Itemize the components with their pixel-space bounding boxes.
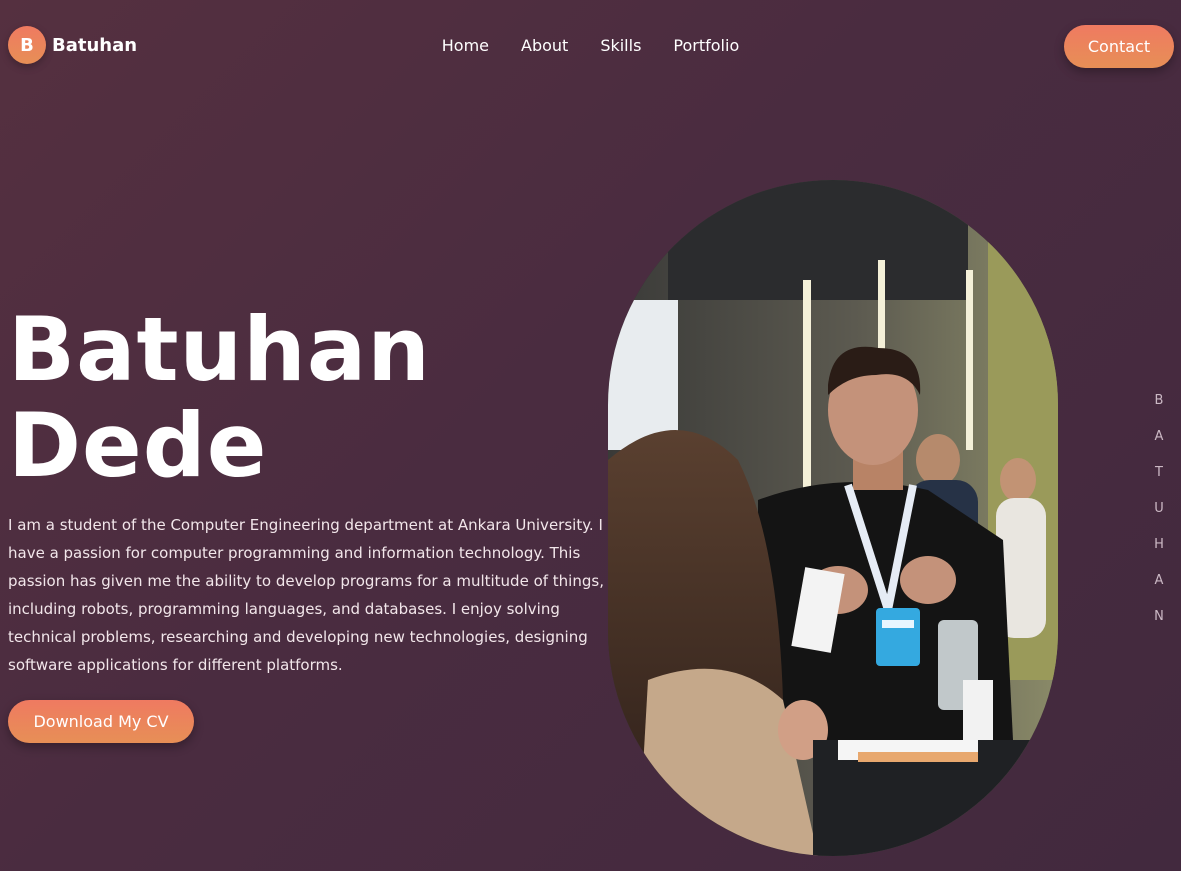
download-cv-button[interactable]: Download My CV [8,700,194,743]
vertical-name: B A T U H A N [1147,392,1171,626]
vertical-letter: A [1154,429,1164,444]
profile-photo-illustration [608,180,1058,856]
logo-text: Batuhan [52,34,138,56]
nav-link-portfolio[interactable]: Portfolio [673,36,739,55]
nav-link-home[interactable]: Home [442,36,489,55]
vertical-letter: T [1155,465,1163,480]
logo[interactable]: B Batuhan [8,26,137,64]
hero-first-name: Batuhan [8,298,431,401]
hero-last-name: Dede [8,394,268,497]
contact-button[interactable]: Contact [1064,25,1174,68]
hero-description: I am a student of the Computer Engineeri… [8,516,604,674]
vertical-letter: U [1154,501,1164,516]
vertical-letter: H [1154,537,1164,552]
vertical-letter: N [1154,609,1164,624]
hero-title: Batuhan Dede [8,302,431,494]
main-nav: Home About Skills Portfolio [0,36,1181,55]
nav-link-skills[interactable]: Skills [600,36,641,55]
vertical-letter: B [1154,393,1164,408]
nav-link-about[interactable]: About [521,36,568,55]
profile-photo [608,180,1058,856]
vertical-letter: A [1154,573,1164,588]
logo-badge: B [8,26,46,64]
